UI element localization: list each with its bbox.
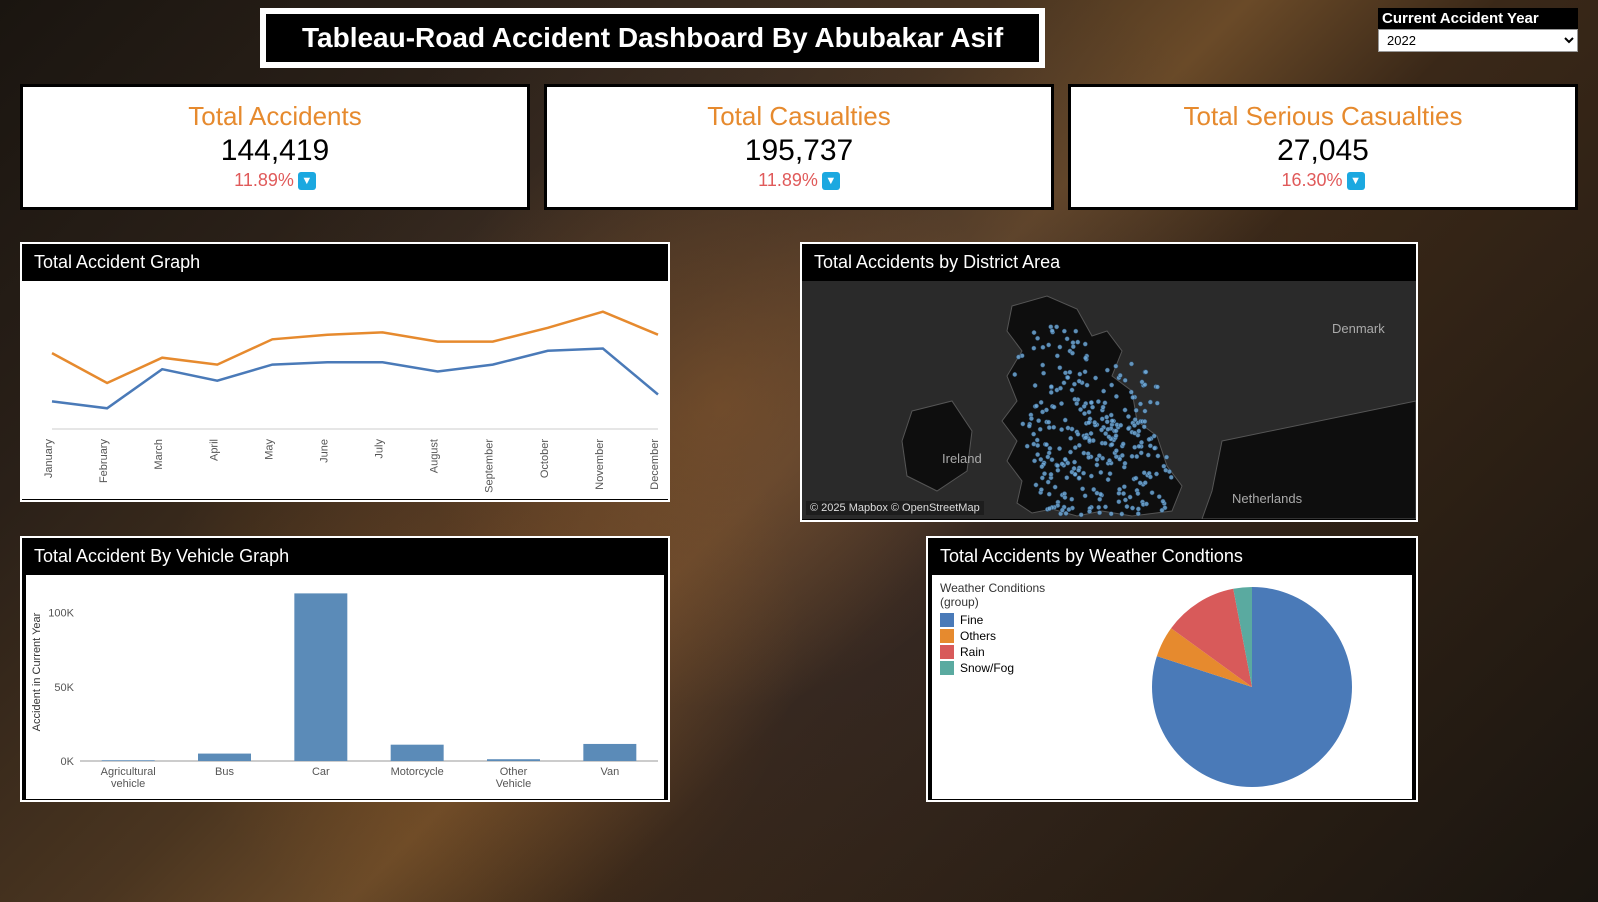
- svg-text:100K: 100K: [48, 608, 74, 620]
- legend-item[interactable]: Rain: [940, 645, 1084, 659]
- svg-text:Car: Car: [312, 766, 330, 778]
- legend-swatch-icon: [940, 629, 954, 643]
- svg-text:50K: 50K: [54, 682, 74, 694]
- svg-text:Vehicle: Vehicle: [496, 778, 531, 790]
- map-country-label: Netherlands: [1232, 491, 1302, 506]
- kpi-change: 11.89% ▼: [234, 170, 316, 191]
- kpi-change: 16.30% ▼: [1281, 170, 1364, 191]
- kpi-value: 195,737: [557, 134, 1041, 168]
- legend-item[interactable]: Snow/Fog: [940, 661, 1084, 675]
- panel-title: Total Accident Graph: [22, 244, 668, 281]
- svg-text:May: May: [263, 439, 275, 460]
- svg-text:July: July: [374, 439, 386, 459]
- kpi-value: 27,045: [1081, 134, 1565, 168]
- year-filter-label: Current Accident Year: [1378, 8, 1578, 29]
- kpi-title: Total Accidents: [33, 101, 517, 132]
- panel-line-chart: Total Accident Graph January February Marc…: [20, 242, 670, 502]
- year-filter: Current Accident Year 2022: [1378, 8, 1578, 52]
- panel-bar-chart: Total Accident By Vehicle Graph 0K 50K 100…: [20, 536, 670, 802]
- legend-label: Fine: [960, 613, 983, 627]
- map-country-label: Ireland: [942, 451, 982, 466]
- svg-text:Motorcycle: Motorcycle: [391, 766, 444, 778]
- svg-text:vehicle: vehicle: [111, 778, 145, 790]
- svg-text:Agricultural: Agricultural: [101, 766, 156, 778]
- kpi-total-casualties[interactable]: Total Casualties 195,737 11.89% ▼: [544, 84, 1054, 210]
- kpi-serious-casualties[interactable]: Total Serious Casualties 27,045 16.30% ▼: [1068, 84, 1578, 210]
- svg-text:0K: 0K: [61, 756, 75, 768]
- kpi-title: Total Casualties: [557, 101, 1041, 132]
- svg-text:October: October: [539, 439, 551, 478]
- panel-title: Total Accidents by Weather Condtions: [928, 538, 1416, 575]
- svg-text:March: March: [153, 439, 165, 470]
- svg-text:April: April: [208, 439, 220, 461]
- svg-text:Accident in Current Year: Accident in Current Year: [31, 612, 43, 731]
- svg-text:Van: Van: [600, 766, 619, 778]
- panel-pie-chart: Total Accidents by Weather Condtions Wea…: [926, 536, 1418, 802]
- year-filter-select[interactable]: 2022: [1378, 29, 1578, 52]
- legend-swatch-icon: [940, 613, 954, 627]
- down-arrow-icon: ▼: [298, 172, 316, 190]
- down-arrow-icon: ▼: [1347, 172, 1365, 190]
- svg-text:June: June: [318, 439, 330, 463]
- panel-title: Total Accidents by District Area: [802, 244, 1416, 281]
- header-row: Tableau-Road Accident Dashboard By Abuba…: [20, 8, 1578, 68]
- dashboard-title-box: Tableau-Road Accident Dashboard By Abuba…: [260, 8, 1045, 68]
- map-attribution: © 2025 Mapbox © OpenStreetMap: [806, 501, 984, 515]
- svg-text:August: August: [429, 439, 441, 473]
- legend-swatch-icon: [940, 661, 954, 675]
- map-country-label: Denmark: [1332, 321, 1385, 336]
- svg-text:January: January: [43, 439, 55, 479]
- line-chart[interactable]: January February March April May June July Augu…: [22, 281, 668, 499]
- svg-text:Bus: Bus: [215, 766, 234, 778]
- kpi-row: Total Accidents 144,419 11.89% ▼ Total C…: [20, 84, 1578, 210]
- panel-map: Total Accidents by District Area Ireland…: [800, 242, 1418, 522]
- down-arrow-icon: ▼: [822, 172, 840, 190]
- legend-item[interactable]: Fine: [940, 613, 1084, 627]
- bar-chart[interactable]: 0K 50K 100K Accident in Current Year Agricul…: [26, 575, 664, 799]
- svg-text:Other: Other: [500, 766, 528, 778]
- kpi-change: 11.89% ▼: [758, 170, 840, 191]
- dashboard-title: Tableau-Road Accident Dashboard By Abuba…: [302, 22, 1003, 54]
- svg-text:September: September: [484, 439, 496, 493]
- legend-label: Snow/Fog: [960, 661, 1014, 675]
- legend-label: Others: [960, 629, 996, 643]
- panel-title: Total Accident By Vehicle Graph: [22, 538, 668, 575]
- legend-title: Weather Conditions (group): [940, 581, 1084, 609]
- kpi-total-accidents[interactable]: Total Accidents 144,419 11.89% ▼: [20, 84, 530, 210]
- legend-swatch-icon: [940, 645, 954, 659]
- svg-text:November: November: [594, 439, 606, 490]
- svg-text:February: February: [98, 439, 110, 484]
- pie-chart[interactable]: Weather Conditions (group) Fine Others Rai…: [932, 575, 1412, 799]
- legend-label: Rain: [960, 645, 985, 659]
- svg-text:December: December: [649, 439, 661, 490]
- legend-item[interactable]: Others: [940, 629, 1084, 643]
- map-view[interactable]: Ireland Netherlands Denmark © 2025 Mapbo…: [802, 281, 1416, 519]
- kpi-title: Total Serious Casualties: [1081, 101, 1565, 132]
- kpi-value: 144,419: [33, 134, 517, 168]
